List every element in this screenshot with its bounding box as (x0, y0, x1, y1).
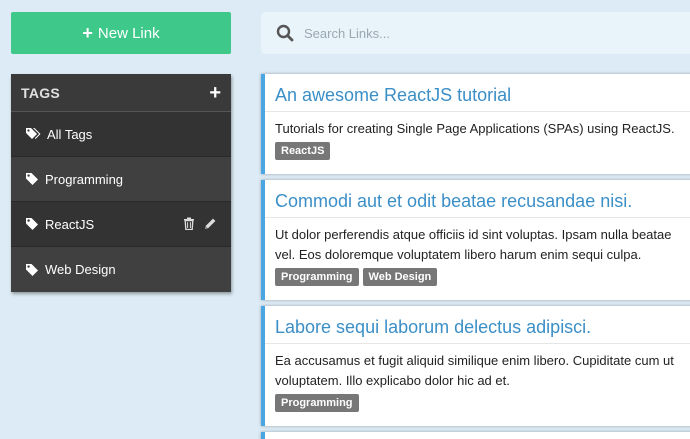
link-card: An awesome ReactJS tutorial Tutorials fo… (261, 74, 690, 174)
link-card-partial (261, 432, 690, 439)
tag-item-all-tags[interactable]: All Tags (11, 112, 231, 157)
tag-item-label: All Tags (47, 126, 93, 142)
tag-badge[interactable]: ReactJS (275, 142, 331, 160)
link-description-line: voluptatem. Illo explicabo dolor hic ad … (275, 373, 510, 388)
link-title[interactable]: Commodi aut et odit beatae recusandae ni… (265, 180, 690, 218)
tag-item-label: Programming (45, 171, 124, 187)
link-description: Ut dolor perferendis atque officiis id s… (265, 218, 690, 265)
tag-item-label: Web Design (45, 262, 116, 277)
link-description: Tutorials for creating Single Page Appli… (265, 112, 690, 139)
edit-pencil-icon[interactable] (204, 217, 217, 230)
link-description-line: Ut dolor perferendis atque officiis id s… (275, 227, 672, 242)
new-link-label: New Link (97, 24, 160, 42)
tags-title: TAGS (21, 84, 61, 101)
link-tags: Programming Web Design (265, 265, 690, 286)
tags-header: TAGS + (11, 74, 231, 112)
tag-item-label: ReactJS (45, 216, 95, 232)
tag-item-reactjs[interactable]: ReactJS (11, 202, 231, 247)
search-input[interactable] (304, 25, 664, 41)
tag-badge[interactable]: Programming (275, 268, 359, 286)
plus-icon: + (82, 23, 93, 43)
search-icon (276, 24, 294, 42)
search-bar (261, 12, 690, 54)
tag-item-programming[interactable]: Programming (11, 157, 231, 202)
tag-icon (26, 173, 38, 185)
link-title[interactable]: Labore sequi laborum delectus adipisci. (265, 306, 690, 344)
tag-item-web-design[interactable]: Web Design (11, 247, 231, 292)
link-tags: Programming (265, 391, 690, 412)
new-link-button[interactable]: + New Link (11, 12, 231, 54)
trash-icon[interactable] (183, 217, 195, 230)
link-description-line: Tutorials for creating Single Page Appli… (275, 121, 675, 136)
link-tags: ReactJS (265, 139, 690, 160)
tag-actions (183, 217, 217, 230)
link-card: Commodi aut et odit beatae recusandae ni… (261, 180, 690, 300)
link-description-line: Ea accusamus et fugit aliquid similique … (275, 353, 674, 368)
add-tag-button[interactable]: + (209, 83, 221, 103)
tag-icon (26, 218, 38, 230)
tags-icon (26, 128, 41, 139)
link-description: Ea accusamus et fugit aliquid similique … (265, 344, 690, 391)
tags-panel: TAGS + All Tags Programming ReactJS Web … (11, 74, 231, 292)
tag-badge[interactable]: Programming (275, 394, 359, 412)
link-description-line: vel. Eos doloremque voluptatem libero ha… (275, 247, 642, 262)
tag-badge[interactable]: Web Design (362, 268, 438, 286)
tag-icon (26, 263, 38, 276)
link-title[interactable]: An awesome ReactJS tutorial (265, 74, 690, 112)
link-card: Labore sequi laborum delectus adipisci. … (261, 306, 690, 426)
